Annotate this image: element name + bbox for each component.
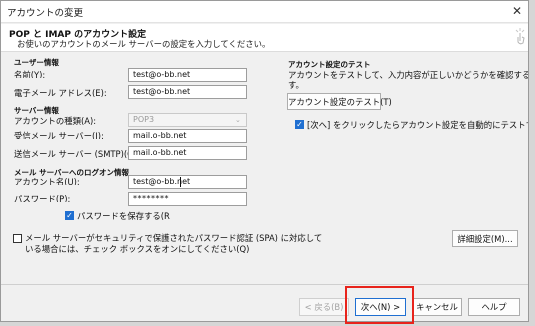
help-button[interactable]: ヘルプ bbox=[468, 298, 520, 316]
account-name-value: test@o-bb.net bbox=[133, 177, 191, 186]
close-icon[interactable]: ✕ bbox=[508, 3, 526, 20]
email-label: 電子メール アドレス(E): bbox=[14, 88, 107, 98]
account-change-dialog: アカウントの変更 ✕ POP と IMAP のアカウント設定 お使いのアカウント… bbox=[0, 0, 529, 322]
account-type-select: POP3 ⌄ bbox=[128, 113, 247, 127]
test-account-button[interactable]: アカウント設定のテスト(T) bbox=[287, 93, 392, 110]
remember-password-checkbox[interactable]: ✓ bbox=[65, 211, 74, 220]
footer-divider bbox=[1, 284, 528, 285]
back-button[interactable]: < 戻る(B) bbox=[299, 298, 349, 316]
header-subtitle: お使いのアカウントのメール サーバーの設定を入力してください。 bbox=[17, 39, 271, 49]
incoming-server-field[interactable]: mail.o-bb.net bbox=[128, 129, 247, 143]
remember-password-label: パスワードを保存する(R bbox=[77, 211, 170, 221]
cancel-button[interactable]: キャンセル bbox=[412, 298, 462, 316]
name-field[interactable]: test@o-bb.net bbox=[128, 68, 247, 82]
text-cursor bbox=[180, 177, 181, 187]
spa-checkbox[interactable] bbox=[13, 234, 22, 243]
spa-label-line2: いる場合には、チェック ボックスをオンにしてください(Q) bbox=[25, 244, 250, 254]
auto-test-checkbox[interactable]: ✓ bbox=[295, 120, 304, 129]
outgoing-server-field[interactable]: mail.o-bb.net bbox=[128, 146, 247, 160]
chevron-down-icon: ⌄ bbox=[235, 116, 241, 124]
test-description-line1: アカウントをテストして、入力内容が正しいかどうかを確認することをお勧めしま bbox=[288, 70, 529, 80]
user-info-section-title: ユーザー情報 bbox=[14, 58, 59, 67]
auto-test-label: [次へ] をクリックしたらアカウント設定を自動的にテストする bbox=[307, 120, 529, 130]
password-label: パスワード(P): bbox=[14, 194, 71, 202]
test-description-line2: す。 bbox=[288, 80, 304, 90]
password-field[interactable]: ******** bbox=[128, 192, 247, 206]
advanced-settings-button[interactable]: 詳細設定(M)... bbox=[452, 230, 518, 247]
outgoing-server-label: 送信メール サーバー (SMTP)(O): bbox=[14, 149, 140, 159]
title-bar: アカウントの変更 ✕ bbox=[1, 1, 528, 23]
window-title: アカウントの変更 bbox=[7, 8, 84, 19]
email-field[interactable]: test@o-bb.net bbox=[128, 85, 247, 99]
account-name-field[interactable]: test@o-bb.net bbox=[128, 175, 247, 189]
incoming-server-label: 受信メール サーバー(I): bbox=[14, 131, 104, 139]
pointer-hand-icon bbox=[515, 28, 525, 45]
auto-test-label-overflow bbox=[307, 129, 317, 132]
account-type-value: POP3 bbox=[133, 115, 155, 124]
account-type-label: アカウントの種類(A): bbox=[14, 116, 97, 126]
name-label: 名前(Y): bbox=[14, 70, 46, 78]
next-button-highlight bbox=[345, 286, 414, 324]
dialog-header: POP と IMAP のアカウント設定 お使いのアカウントのメール サーバーの設… bbox=[1, 24, 528, 52]
account-name-label: アカウント名(U): bbox=[14, 177, 80, 185]
